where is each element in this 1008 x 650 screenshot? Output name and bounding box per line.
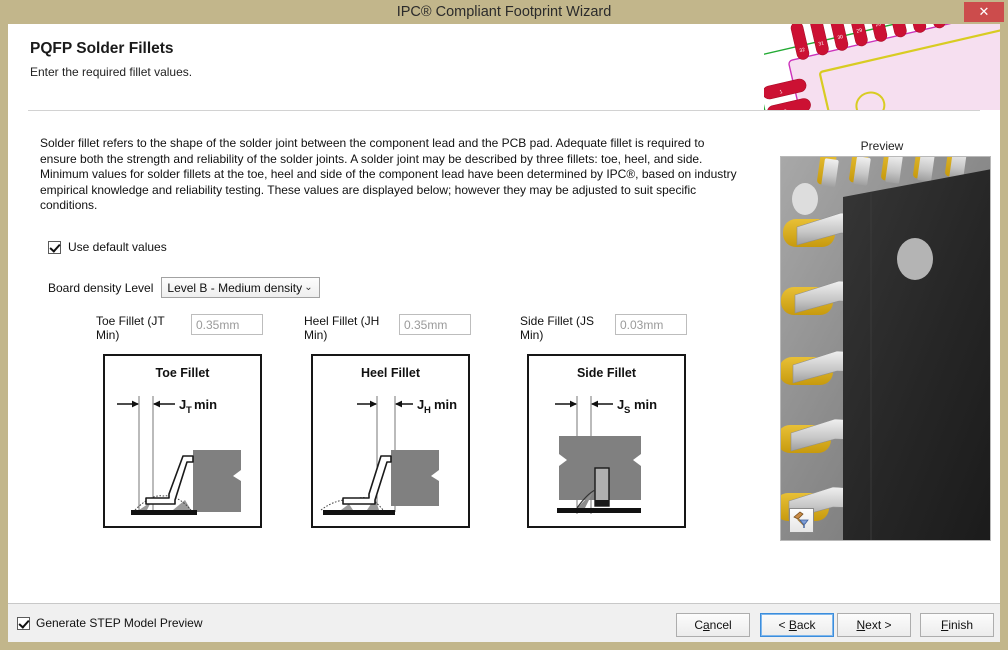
back-button-label: < Back (778, 618, 815, 632)
close-icon[interactable]: ✕ (964, 2, 1004, 22)
heel-fillet-header: Heel Fillet (JH Min) (304, 314, 504, 352)
finish-button-label: Finish (941, 618, 973, 632)
board-density-select[interactable]: Level B - Medium density ⌄ (161, 277, 320, 298)
side-fillet-column: Side Fillet (JS Min) Side Fillet J S min (520, 314, 720, 352)
heel-fillet-input[interactable] (399, 314, 471, 335)
page-subtitle: Enter the required fillet values. (30, 65, 192, 79)
toe-fillet-column: Toe Fillet (JT Min) Toe Fillet J (96, 314, 296, 352)
side-fillet-label-line1: Side Fillet (JS (520, 314, 594, 328)
heel-fillet-diagram-title: Heel Fillet (313, 366, 468, 380)
toe-fillet-label: Toe Fillet (JT Min) (96, 314, 188, 342)
checkbox-icon (17, 617, 30, 630)
header-divider (28, 110, 980, 111)
svg-text:T: T (186, 405, 192, 416)
side-fillet-diagram-title: Side Fillet (529, 366, 684, 380)
wizard-window: IPC® Compliant Footprint Wizard ✕ PQFP S… (0, 0, 1008, 650)
chevron-down-icon: ⌄ (302, 282, 314, 293)
next-button-label: Next > (856, 618, 891, 632)
footprint-preview-image: 32 31 30 29 28 1 2 (764, 24, 1000, 110)
window-title: IPC® Compliant Footprint Wizard (0, 0, 1008, 24)
svg-text:min: min (634, 397, 657, 412)
page-title: PQFP Solder Fillets (30, 40, 174, 58)
hammer-icon[interactable] (789, 508, 814, 533)
svg-text:min: min (434, 397, 457, 412)
cancel-button[interactable]: Cancel (676, 613, 750, 637)
toe-fillet-header: Toe Fillet (JT Min) (96, 314, 296, 352)
toe-fillet-diagram-title: Toe Fillet (105, 366, 260, 380)
board-density-label: Board density Level (48, 281, 153, 295)
toe-fillet-diagram: Toe Fillet J T min (103, 354, 262, 528)
finish-button[interactable]: Finish (920, 613, 994, 637)
board-density-row: Board density Level Level B - Medium den… (48, 277, 320, 298)
svg-text:min: min (194, 397, 217, 412)
side-fillet-input[interactable] (615, 314, 687, 335)
side-fillet-header: Side Fillet (JS Min) (520, 314, 720, 352)
toe-fillet-label-line2: Min) (96, 328, 119, 342)
title-bar: IPC® Compliant Footprint Wizard ✕ (0, 0, 1008, 24)
checkbox-icon (48, 241, 61, 254)
side-fillet-label: Side Fillet (JS Min) (520, 314, 612, 342)
heel-fillet-label: Heel Fillet (JH Min) (304, 314, 396, 342)
cancel-button-label: Cancel (694, 618, 731, 632)
use-default-values-label: Use default values (68, 240, 167, 254)
generate-step-checkbox[interactable]: Generate STEP Model Preview (17, 616, 203, 630)
toe-fillet-label-line1: Toe Fillet (JT (96, 314, 165, 328)
side-fillet-label-line2: Min) (520, 328, 543, 342)
heel-fillet-label-line2: Min) (304, 328, 327, 342)
wizard-page: PQFP Solder Fillets Enter the required f… (8, 24, 1000, 603)
next-button[interactable]: Next > (837, 613, 911, 637)
use-default-values-checkbox[interactable]: Use default values (48, 240, 167, 254)
back-button[interactable]: < Back (760, 613, 834, 637)
board-density-value: Level B - Medium density (167, 281, 302, 295)
heel-fillet-column: Heel Fillet (JH Min) Heel Fillet J H min (304, 314, 504, 352)
svg-text:S: S (624, 405, 630, 416)
description-text: Solder fillet refers to the shape of the… (40, 136, 740, 214)
svg-text:H: H (424, 405, 431, 416)
generate-step-label: Generate STEP Model Preview (36, 616, 203, 630)
model-preview-3d[interactable] (780, 156, 991, 541)
footer-bar: Generate STEP Model Preview Cancel < Bac… (8, 603, 1000, 642)
side-fillet-diagram: Side Fillet J S min (527, 354, 686, 528)
toe-fillet-input[interactable] (191, 314, 263, 335)
heel-fillet-label-line1: Heel Fillet (JH (304, 314, 379, 328)
heel-fillet-diagram: Heel Fillet J H min (311, 354, 470, 528)
preview-caption: Preview (764, 139, 1000, 153)
